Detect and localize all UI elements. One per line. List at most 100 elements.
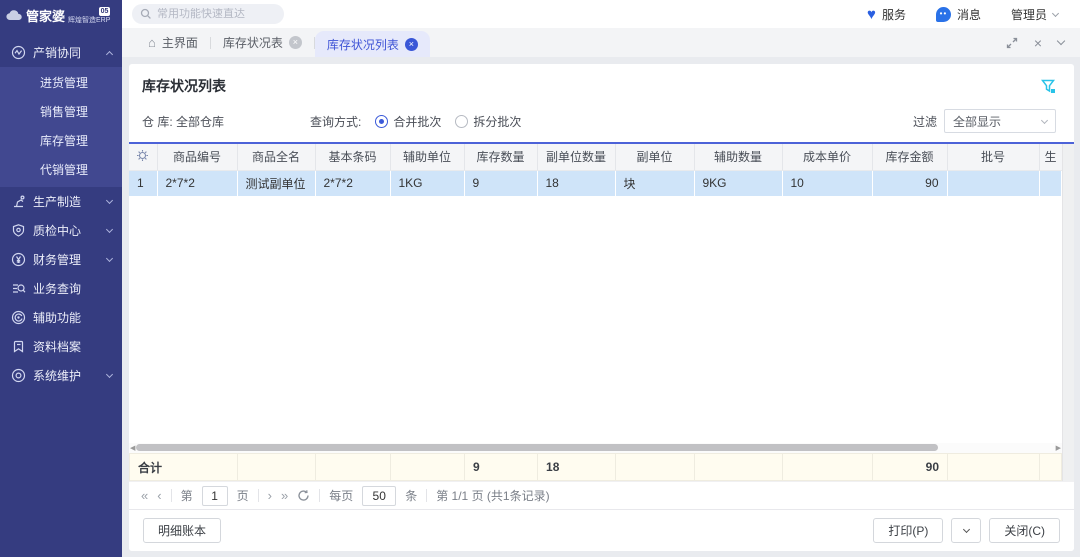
radio-selected-icon: [375, 115, 388, 128]
totals-table: 合计 9 18 90: [129, 453, 1062, 481]
messages-menu[interactable]: •• 消息: [936, 6, 981, 23]
tab-main-screen[interactable]: ⌂ 主界面: [136, 28, 210, 57]
logo-title: 管家婆: [26, 6, 65, 25]
col-header-truncated[interactable]: 生: [1039, 144, 1062, 170]
sidebar-item-finance[interactable]: 财务管理: [0, 245, 122, 274]
inventory-status-card: 库存状况列表 仓 库: 全部仓库 查询方式: 合并批次: [129, 64, 1074, 551]
main-area: ♥ 服务 •• 消息 管理员 ⌂ 主界面 库存状况表: [122, 0, 1080, 557]
pagination-divider: [319, 489, 320, 502]
content-background: 库存状况列表 仓 库: 全部仓库 查询方式: 合并批次: [122, 57, 1080, 557]
filter-select[interactable]: 全部显示: [944, 109, 1056, 133]
yuan-icon: [11, 252, 26, 267]
close-button[interactable]: 关闭(C): [989, 518, 1060, 543]
pagination-summary: 第 1/1 页 (共1条记录): [436, 487, 549, 504]
cell-batch-no: [947, 170, 1039, 196]
per-page-prefix-label: 每页: [329, 487, 353, 504]
col-header-product-name[interactable]: 商品全名: [237, 144, 315, 170]
column-settings-button[interactable]: [129, 144, 157, 170]
service-menu[interactable]: ♥ 服务: [867, 6, 906, 23]
chevron-down-icon: [106, 254, 113, 261]
totals-sub-unit-qty: 18: [538, 454, 616, 481]
print-options-button[interactable]: [951, 518, 981, 543]
user-menu[interactable]: 管理员: [1011, 6, 1058, 23]
sidebar-item-purchase-mgmt[interactable]: 进货管理: [0, 69, 122, 98]
table-row[interactable]: 1 2*7*2 测试副单位 2*7*2 1KG 9 18 块 9KG 10 90: [129, 170, 1062, 196]
col-header-aux-qty[interactable]: 辅助数量: [694, 144, 782, 170]
scroll-left-arrow-icon[interactable]: ◀: [130, 445, 135, 452]
prev-page-button[interactable]: ‹: [157, 489, 161, 502]
pagination-divider: [258, 489, 259, 502]
expand-icon[interactable]: [1006, 37, 1018, 49]
quick-search[interactable]: [132, 4, 284, 24]
chevron-up-icon: [106, 50, 113, 57]
tab-inventory-status-report[interactable]: 库存状况表 ×: [211, 28, 314, 57]
heart-icon: ♥: [867, 7, 876, 22]
totals-cell: [948, 454, 1040, 481]
window-controls: ×: [1006, 28, 1064, 57]
next-page-button[interactable]: ›: [268, 489, 272, 502]
totals-stock-amount: 90: [873, 454, 948, 481]
horizontal-scrollbar[interactable]: ◀ ▶: [129, 443, 1062, 453]
sidebar-item-system-maintenance[interactable]: 系统维护: [0, 361, 122, 390]
app-logo[interactable]: 管家婆 05 辉煌智造ERP: [0, 0, 122, 30]
detail-ledger-button[interactable]: 明细账本: [143, 518, 221, 543]
tab-inventory-status-list[interactable]: 库存状况列表 ×: [315, 31, 430, 57]
table-zone: 商品编号 商品全名 基本条码 辅助单位 库存数量 副单位数量 副单位 辅助数量 …: [129, 142, 1074, 481]
col-header-stock-amount[interactable]: 库存金额: [872, 144, 947, 170]
chevron-down-icon: [963, 526, 970, 533]
sidebar-item-consignment-mgmt[interactable]: 代销管理: [0, 156, 122, 185]
radio-label: 拆分批次: [473, 113, 521, 130]
sidebar-item-production-sales[interactable]: 产销协同: [0, 38, 122, 67]
query-mode-group: 查询方式: 合并批次 拆分批次: [310, 113, 521, 130]
filter-funnel-icon[interactable]: [1041, 79, 1056, 94]
col-header-product-id[interactable]: 商品编号: [157, 144, 237, 170]
totals-cell: [1040, 454, 1062, 481]
col-header-sub-unit-qty[interactable]: 副单位数量: [537, 144, 615, 170]
col-header-cost-price[interactable]: 成本单价: [782, 144, 872, 170]
chevron-down-icon: [1041, 116, 1048, 123]
tab-label: 库存状况列表: [327, 36, 399, 53]
radio-unselected-icon: [455, 115, 468, 128]
sidebar-item-label: 生产制造: [33, 193, 81, 210]
per-page-input[interactable]: [362, 486, 396, 506]
bookmark-icon: [11, 339, 26, 354]
totals-cell: [616, 454, 695, 481]
print-button[interactable]: 打印(P): [873, 518, 943, 543]
page-number-input[interactable]: [202, 486, 228, 506]
col-header-barcode[interactable]: 基本条码: [315, 144, 390, 170]
chevron-down-icon[interactable]: [1057, 37, 1065, 45]
refresh-icon[interactable]: [297, 489, 310, 502]
horizontal-scrollbar-thumb[interactable]: [136, 444, 938, 451]
col-header-sub-unit[interactable]: 副单位: [615, 144, 694, 170]
sidebar-item-business-query[interactable]: 业务查询: [0, 274, 122, 303]
sidebar-item-archives[interactable]: 资料档案: [0, 332, 122, 361]
sidebar: 管家婆 05 辉煌智造ERP 产销协同 进货管理 销售管理 库存管理 代销管理: [0, 0, 122, 557]
quick-search-input[interactable]: [157, 8, 267, 20]
close-tab-icon[interactable]: ×: [289, 36, 302, 49]
filter-label: 过滤: [913, 113, 937, 130]
close-icon[interactable]: ×: [1034, 36, 1042, 50]
warehouse-value[interactable]: 全部仓库: [176, 113, 224, 130]
cell-extra: [1039, 170, 1062, 196]
page-suffix-label: 页: [237, 487, 249, 504]
col-header-stock-qty[interactable]: 库存数量: [464, 144, 537, 170]
sidebar-item-auxiliary[interactable]: 辅助功能: [0, 303, 122, 332]
per-page-suffix-label: 条: [405, 487, 417, 504]
col-header-aux-unit[interactable]: 辅助单位: [390, 144, 464, 170]
first-page-button[interactable]: «: [141, 489, 148, 502]
totals-label: 合计: [130, 454, 238, 481]
sidebar-item-inventory-mgmt[interactable]: 库存管理: [0, 127, 122, 156]
sidebar-item-manufacturing[interactable]: 生产制造: [0, 187, 122, 216]
activity-icon: [11, 45, 26, 60]
scroll-right-arrow-icon[interactable]: ▶: [1056, 445, 1061, 452]
last-page-button[interactable]: »: [281, 489, 288, 502]
radio-split-batches[interactable]: 拆分批次: [455, 113, 521, 130]
vertical-scrollbar[interactable]: [1062, 144, 1074, 481]
sidebar-item-sales-mgmt[interactable]: 销售管理: [0, 98, 122, 127]
sidebar-item-quality-center[interactable]: 质检中心: [0, 216, 122, 245]
col-header-batch-no[interactable]: 批号: [947, 144, 1039, 170]
close-tab-icon[interactable]: ×: [405, 38, 418, 51]
page-title: 库存状况列表: [142, 76, 226, 96]
radio-merge-batches[interactable]: 合并批次: [375, 113, 441, 130]
chevron-down-icon: [1052, 9, 1059, 16]
